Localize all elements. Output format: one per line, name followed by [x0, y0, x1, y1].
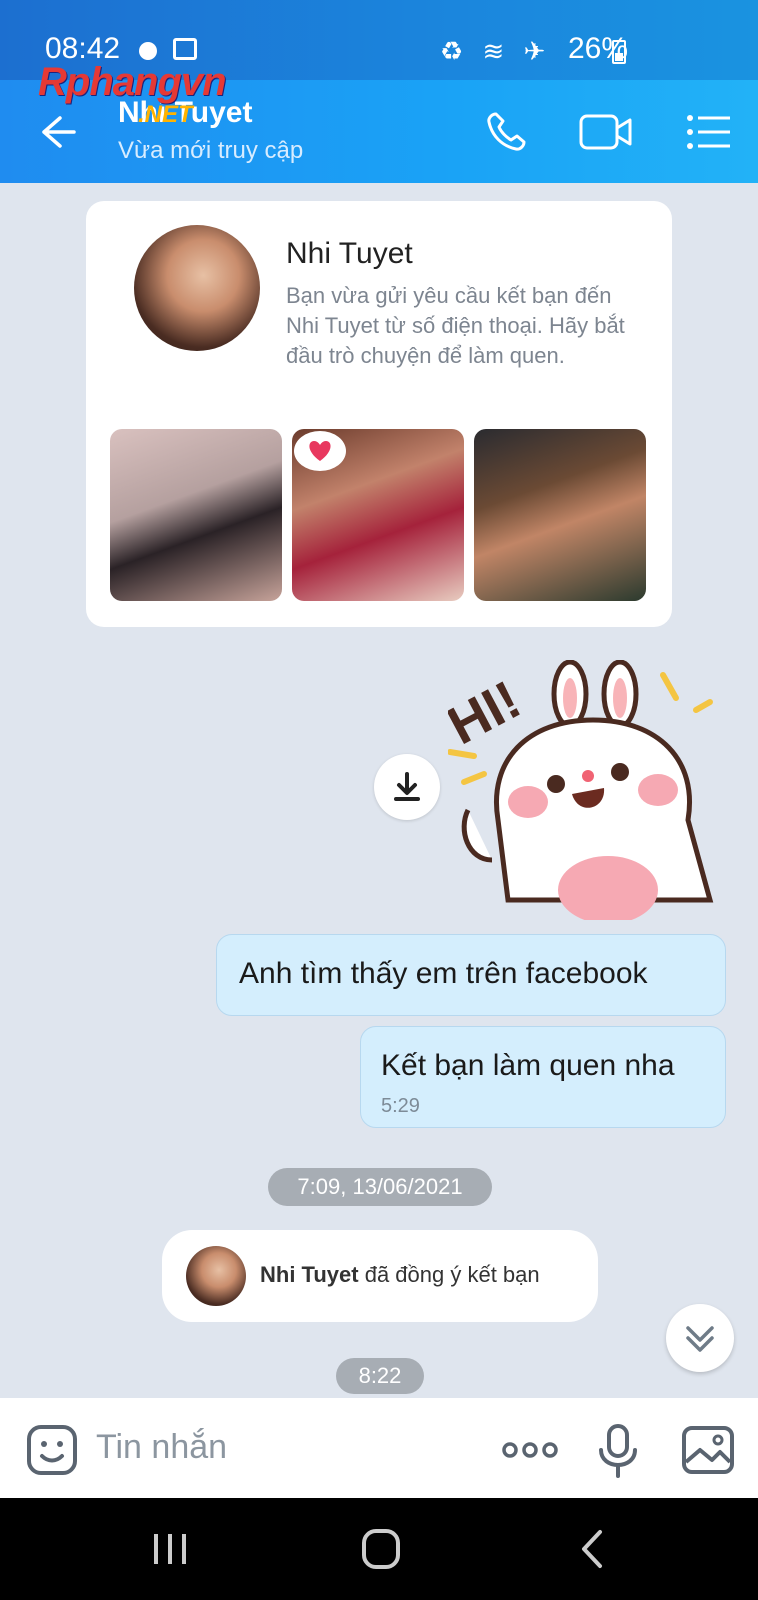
message-bubble[interactable]: Anh tìm thấy em trên facebook	[216, 934, 726, 1016]
back-arrow-icon[interactable]	[38, 112, 78, 152]
back-nav-icon[interactable]	[570, 1526, 620, 1572]
profile-photo-1[interactable]	[110, 429, 282, 601]
status-icons: ♻ ≋ ✈	[440, 36, 552, 66]
gallery-icon[interactable]	[680, 1422, 736, 1478]
heart-sticker-icon	[294, 431, 346, 471]
profile-photo-2[interactable]	[292, 429, 464, 601]
message-time: 5:29	[381, 1095, 420, 1117]
profile-card[interactable]: Nhi Tuyet Bạn vừa gửi yêu cầu kết bạn đế…	[86, 201, 672, 627]
bunny-hi-sticker[interactable]: HI!	[448, 660, 728, 920]
friend-accepted-notice: Nhi Tuyet đã đồng ý kết bạn	[162, 1230, 598, 1322]
home-icon[interactable]	[356, 1526, 406, 1572]
menu-list-icon[interactable]	[684, 110, 734, 154]
notice-name: Nhi Tuyet	[260, 1262, 359, 1287]
image-notification-icon	[173, 38, 197, 60]
microphone-icon[interactable]	[590, 1422, 646, 1478]
watermark-suffix: .NET	[138, 101, 193, 128]
battery-icon	[612, 40, 626, 64]
profile-name: Nhi Tuyet	[286, 237, 413, 270]
chat-header: 08:42 ♻ ≋ ✈ 26% Nhi Tuyet Vừa mới truy c…	[0, 0, 758, 183]
sticker-text: HI!	[448, 670, 530, 757]
message-text: Anh tìm thấy em trên facebook	[239, 957, 648, 990]
phone-icon[interactable]	[482, 110, 532, 154]
notice-text: Nhi Tuyet đã đồng ý kết bạn	[260, 1262, 540, 1288]
sticker-icon[interactable]	[24, 1422, 80, 1478]
scroll-to-bottom-button[interactable]	[666, 1304, 734, 1372]
notice-action: đã đồng ý kết bạn	[358, 1262, 540, 1287]
message-input[interactable]	[96, 1428, 456, 1467]
message-notification-icon	[139, 42, 157, 60]
avatar[interactable]	[134, 225, 260, 351]
date-separator: 7:09, 13/06/2021	[268, 1168, 492, 1206]
message-input-bar	[0, 1398, 758, 1498]
double-chevron-down-icon	[686, 1326, 714, 1352]
message-bubble[interactable]: Kết bạn làm quen nha 5:29	[360, 1026, 726, 1128]
message-text: Kết bạn làm quen nha	[381, 1049, 675, 1082]
system-navigation-bar	[0, 1498, 758, 1600]
time-separator: 8:22	[336, 1358, 424, 1394]
download-icon	[394, 772, 420, 801]
more-options-icon[interactable]	[500, 1422, 560, 1478]
contact-status: Vừa mới truy cập	[118, 137, 304, 164]
profile-photo-3[interactable]	[474, 429, 646, 601]
watermark-logo: Rphangvn	[38, 60, 227, 104]
profile-description: Bạn vừa gửi yêu cầu kết bạn đến Nhi Tuye…	[286, 283, 625, 368]
avatar[interactable]	[186, 1246, 246, 1306]
download-button[interactable]	[374, 754, 440, 820]
video-call-icon[interactable]	[578, 110, 634, 154]
recent-apps-icon[interactable]	[146, 1526, 196, 1572]
